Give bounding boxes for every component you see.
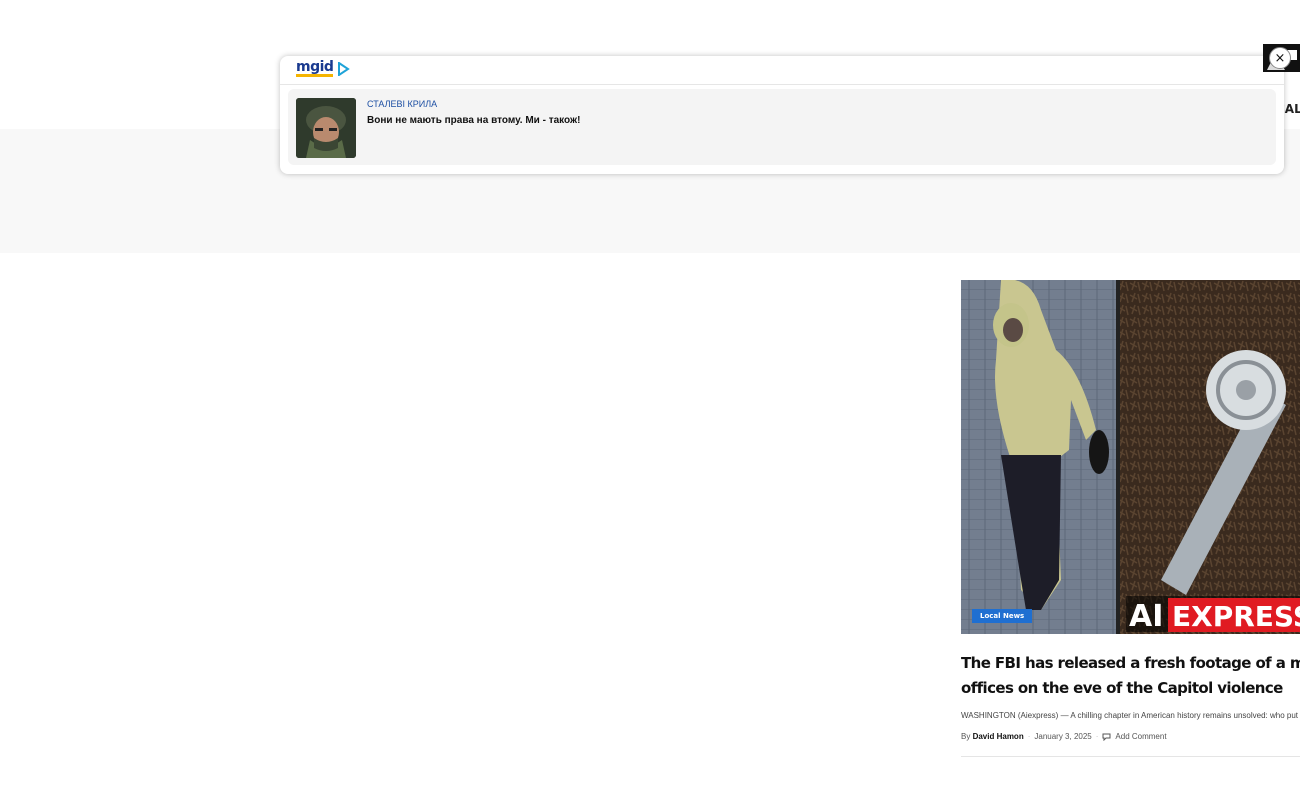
headline-line-2[interactable]: offices on the eve of the Capitol violen… xyxy=(961,676,1300,701)
close-icon: × xyxy=(1274,50,1286,66)
article-excerpt: WASHINGTON (Aiexpress) — A chilling chap… xyxy=(961,711,1299,720)
article-headline[interactable]: The FBI has released a fresh footage of … xyxy=(961,651,1300,701)
headline-line-1[interactable]: The FBI has released a fresh footage of … xyxy=(961,651,1300,676)
author-byline[interactable]: By David Hamon xyxy=(961,732,1024,741)
play-triangle-icon xyxy=(338,61,351,76)
meta-separator: · xyxy=(1095,732,1099,741)
mgid-ad-popup[interactable]: mgid СТАЛЕВІ КРИЛА Вони не мають права н… xyxy=(280,56,1284,174)
article-hero-image[interactable]: AI EXPRESS xyxy=(961,280,1300,634)
mgid-wordmark: mgid xyxy=(296,59,334,77)
ad-header: mgid xyxy=(280,56,1284,85)
image-watermark: EXPRESS xyxy=(1172,600,1300,633)
ad-title[interactable]: Вони не мають права на втому. Ми - також… xyxy=(367,115,580,126)
article-divider xyxy=(961,756,1300,757)
ad-teaser-card[interactable]: СТАЛЕВІ КРИЛА Вони не мають права на вто… xyxy=(288,89,1276,165)
ad-source-label[interactable]: СТАЛЕВІ КРИЛА xyxy=(367,99,437,109)
category-badge[interactable]: Local News xyxy=(972,609,1033,623)
close-ad-button[interactable]: × xyxy=(1269,47,1291,69)
svg-text:AI: AI xyxy=(1129,599,1163,634)
comment-icon xyxy=(1102,733,1111,741)
meta-separator: · xyxy=(1027,732,1031,741)
ad-thumbnail-image[interactable] xyxy=(296,98,356,158)
mgid-logo[interactable]: mgid xyxy=(296,59,351,77)
article-meta: By David Hamon · January 3, 2025 · Add C… xyxy=(961,732,1300,741)
author-name[interactable]: David Hamon xyxy=(973,732,1024,741)
publish-date: January 3, 2025 xyxy=(1034,732,1092,741)
add-comment-link[interactable]: Add Comment xyxy=(1115,732,1166,741)
byline-prefix: By xyxy=(961,732,971,741)
